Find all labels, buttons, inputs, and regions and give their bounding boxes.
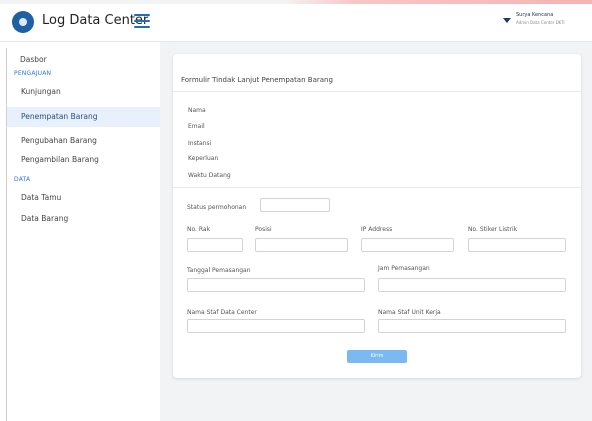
user-name[interactable]: Surya Kencana [516, 12, 553, 18]
info-label-keperluan: Keperluan [188, 155, 219, 162]
sidebar-item-data-tamu[interactable]: Data Tamu [7, 188, 160, 208]
form-title: Formulir Tindak Lanjut Penempatan Barang [181, 76, 333, 84]
sidebar-item-data-barang[interactable]: Data Barang [7, 209, 160, 229]
sidebar-section-pengajuan: PENGAJUAN [14, 70, 52, 77]
jam-pemasangan-input[interactable] [378, 278, 566, 292]
status-permohonan-label: Status permohonan [187, 204, 247, 211]
sidebar-item-kunjungan[interactable]: Kunjungan [7, 82, 160, 102]
info-label-email: Email [188, 123, 205, 130]
nama-staf-data-center-label: Nama Staf Data Center [187, 309, 257, 316]
app-header: Log Data Center Surya Kencana Admin Data… [0, 4, 592, 42]
hamburger-menu-icon[interactable] [134, 14, 150, 28]
ip-address-input[interactable] [361, 238, 454, 252]
status-permohonan-input[interactable] [260, 198, 330, 212]
card-divider-middle [173, 187, 581, 188]
tanggal-pemasangan-label: Tanggal Pemasangan [187, 267, 251, 274]
no-rak-label: No. Rak [187, 226, 211, 233]
nama-staf-data-center-input[interactable] [187, 319, 365, 333]
info-label-nama: Nama [188, 107, 206, 114]
sidebar-section-data: DATA [14, 176, 31, 183]
info-label-instansi: Instansi [188, 140, 212, 147]
form-card: Formulir Tindak Lanjut Penempatan Barang… [173, 54, 581, 378]
logo-icon [12, 11, 34, 33]
posisi-input[interactable] [255, 238, 348, 252]
info-label-waktu-datang: Waktu Datang [188, 172, 231, 179]
no-rak-input[interactable] [187, 238, 243, 252]
tanggal-pemasangan-input[interactable] [187, 278, 365, 292]
nama-staf-unit-kerja-label: Nama Staf Unit Kerja [378, 309, 441, 316]
kirim-button[interactable]: Kirim [347, 350, 407, 363]
sidebar: Dasbor PENGAJUAN Kunjungan Penempatan Ba… [6, 48, 160, 421]
ip-address-label: IP Address [361, 226, 393, 233]
sidebar-item-pengubahan-barang[interactable]: Pengubahan Barang [7, 131, 160, 151]
user-role: Admin Data Center DKTI [516, 20, 565, 25]
no-stiker-listrik-label: No. Stiker Listrik [468, 226, 518, 233]
card-divider-top [173, 91, 581, 92]
nama-staf-unit-kerja-input[interactable] [378, 319, 566, 333]
main-content: Formulir Tindak Lanjut Penempatan Barang… [160, 42, 592, 421]
sidebar-item-dasbor[interactable]: Dasbor [7, 50, 160, 70]
app-title: Log Data Center [42, 13, 149, 28]
no-stiker-listrik-input[interactable] [468, 238, 566, 252]
jam-pemasangan-label: Jam Pemasangan [378, 265, 430, 272]
sidebar-item-penempatan-barang[interactable]: Penempatan Barang [7, 107, 160, 127]
user-dropdown-caret-icon[interactable] [503, 18, 511, 23]
posisi-label: Posisi [255, 226, 272, 233]
sidebar-item-pengambilan-barang[interactable]: Pengambilan Barang [7, 150, 160, 170]
